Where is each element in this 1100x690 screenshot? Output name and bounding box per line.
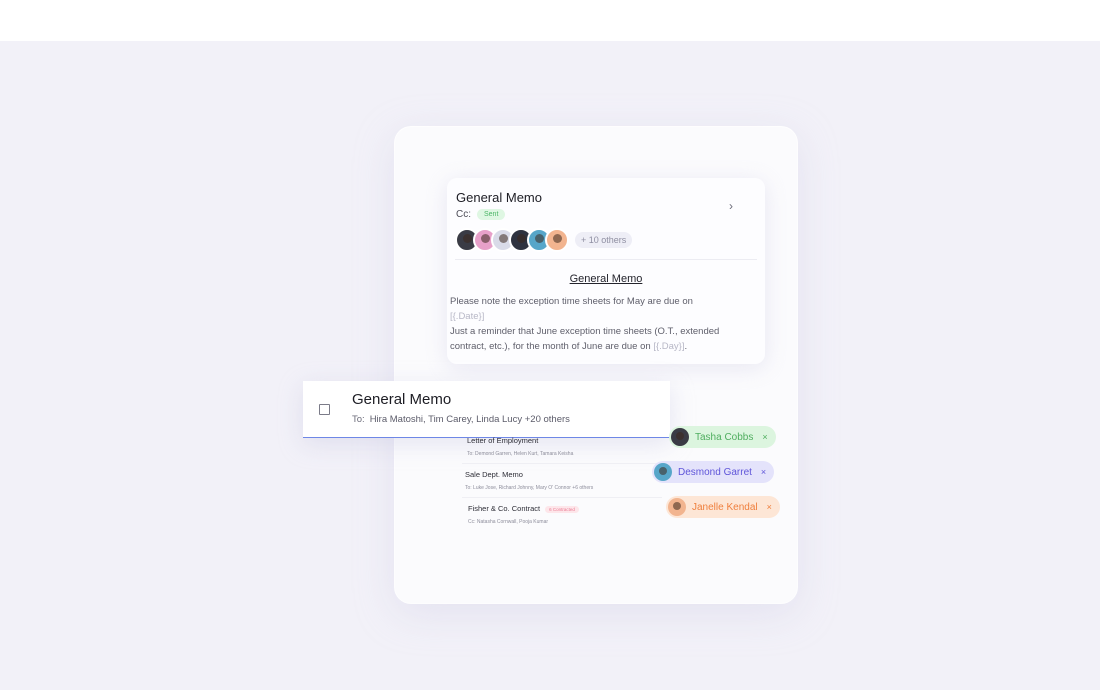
- cc-row: Cc: Sent: [456, 209, 506, 220]
- close-icon[interactable]: ×: [761, 467, 766, 477]
- others-count-badge[interactable]: + 10 others: [575, 232, 633, 248]
- chip-name: Janelle Kendal: [692, 501, 758, 513]
- top-bar: [0, 0, 1100, 41]
- document-item[interactable]: Letter of Employment To: Demond Garren, …: [467, 436, 573, 457]
- chevron-right-icon[interactable]: ›: [729, 199, 733, 213]
- memo-subtitle: General Memo: [569, 273, 643, 285]
- document-tag: 6 Contracted: [545, 506, 579, 513]
- avatar: [671, 428, 689, 446]
- memo-title: General Memo: [456, 190, 542, 205]
- document-recipients: To: Demond Garren, Helen Kurt, Tamara Ke…: [467, 451, 574, 457]
- cc-label: Cc:: [456, 209, 471, 220]
- divider: [462, 463, 672, 464]
- memo-preview-card[interactable]: General Memo Cc: Sent › + 10 others Gene…: [447, 178, 765, 364]
- row-checkbox[interactable]: [319, 404, 330, 415]
- to-label: To:: [352, 414, 365, 425]
- selected-document-row[interactable]: General Memo To: Hira Matoshi, Tim Carey,…: [303, 381, 670, 438]
- avatar: [668, 498, 686, 516]
- document-title: Sale Dept. Memo: [465, 470, 523, 479]
- document-title: Letter of Employment: [467, 436, 539, 445]
- avatar: [654, 463, 672, 481]
- close-icon[interactable]: ×: [762, 432, 767, 442]
- memo-body: Please note the exception time sheets fo…: [450, 296, 720, 352]
- document-recipients: Cc: Natasha Cornwall, Pooja Kumar: [468, 519, 549, 525]
- recipient-chip-janelle[interactable]: Janelle Kendal ×: [666, 496, 780, 518]
- date-placeholder: [{.Date}]: [450, 311, 485, 322]
- chip-name: Desmond Garret: [678, 466, 752, 478]
- status-badge: Sent: [477, 209, 506, 220]
- memo-body-line1: Please note the exception time sheets fo…: [450, 296, 693, 307]
- recipient-chip-desmond[interactable]: Desmond Garret ×: [652, 461, 775, 483]
- document-item[interactable]: Fisher & Co. Contract 6 Contracted Cc: Na…: [468, 504, 579, 525]
- close-icon[interactable]: ×: [767, 502, 772, 512]
- document-title: Fisher & Co. Contract: [468, 504, 541, 513]
- row-recipients: To: Hira Matoshi, Tim Carey, Linda Lucy +…: [352, 414, 570, 425]
- row-title: General Memo: [352, 391, 452, 408]
- document-item[interactable]: Sale Dept. Memo To: Luke Jose, Richard J…: [465, 470, 593, 491]
- divider: [462, 497, 662, 498]
- recipient-chip-tasha[interactable]: Tasha Cobbs ×: [669, 426, 776, 448]
- day-placeholder: [{.Day}]: [653, 341, 685, 352]
- chip-name: Tasha Cobbs: [695, 431, 754, 443]
- recipient-names: Hira Matoshi, Tim Carey, Linda Lucy +20 …: [369, 414, 570, 425]
- document-recipients: To: Luke Jose, Richard Johnny, Mary O' C…: [465, 485, 594, 491]
- avatar: [545, 228, 569, 252]
- divider: [455, 259, 757, 260]
- avatar-group: + 10 others: [455, 228, 633, 252]
